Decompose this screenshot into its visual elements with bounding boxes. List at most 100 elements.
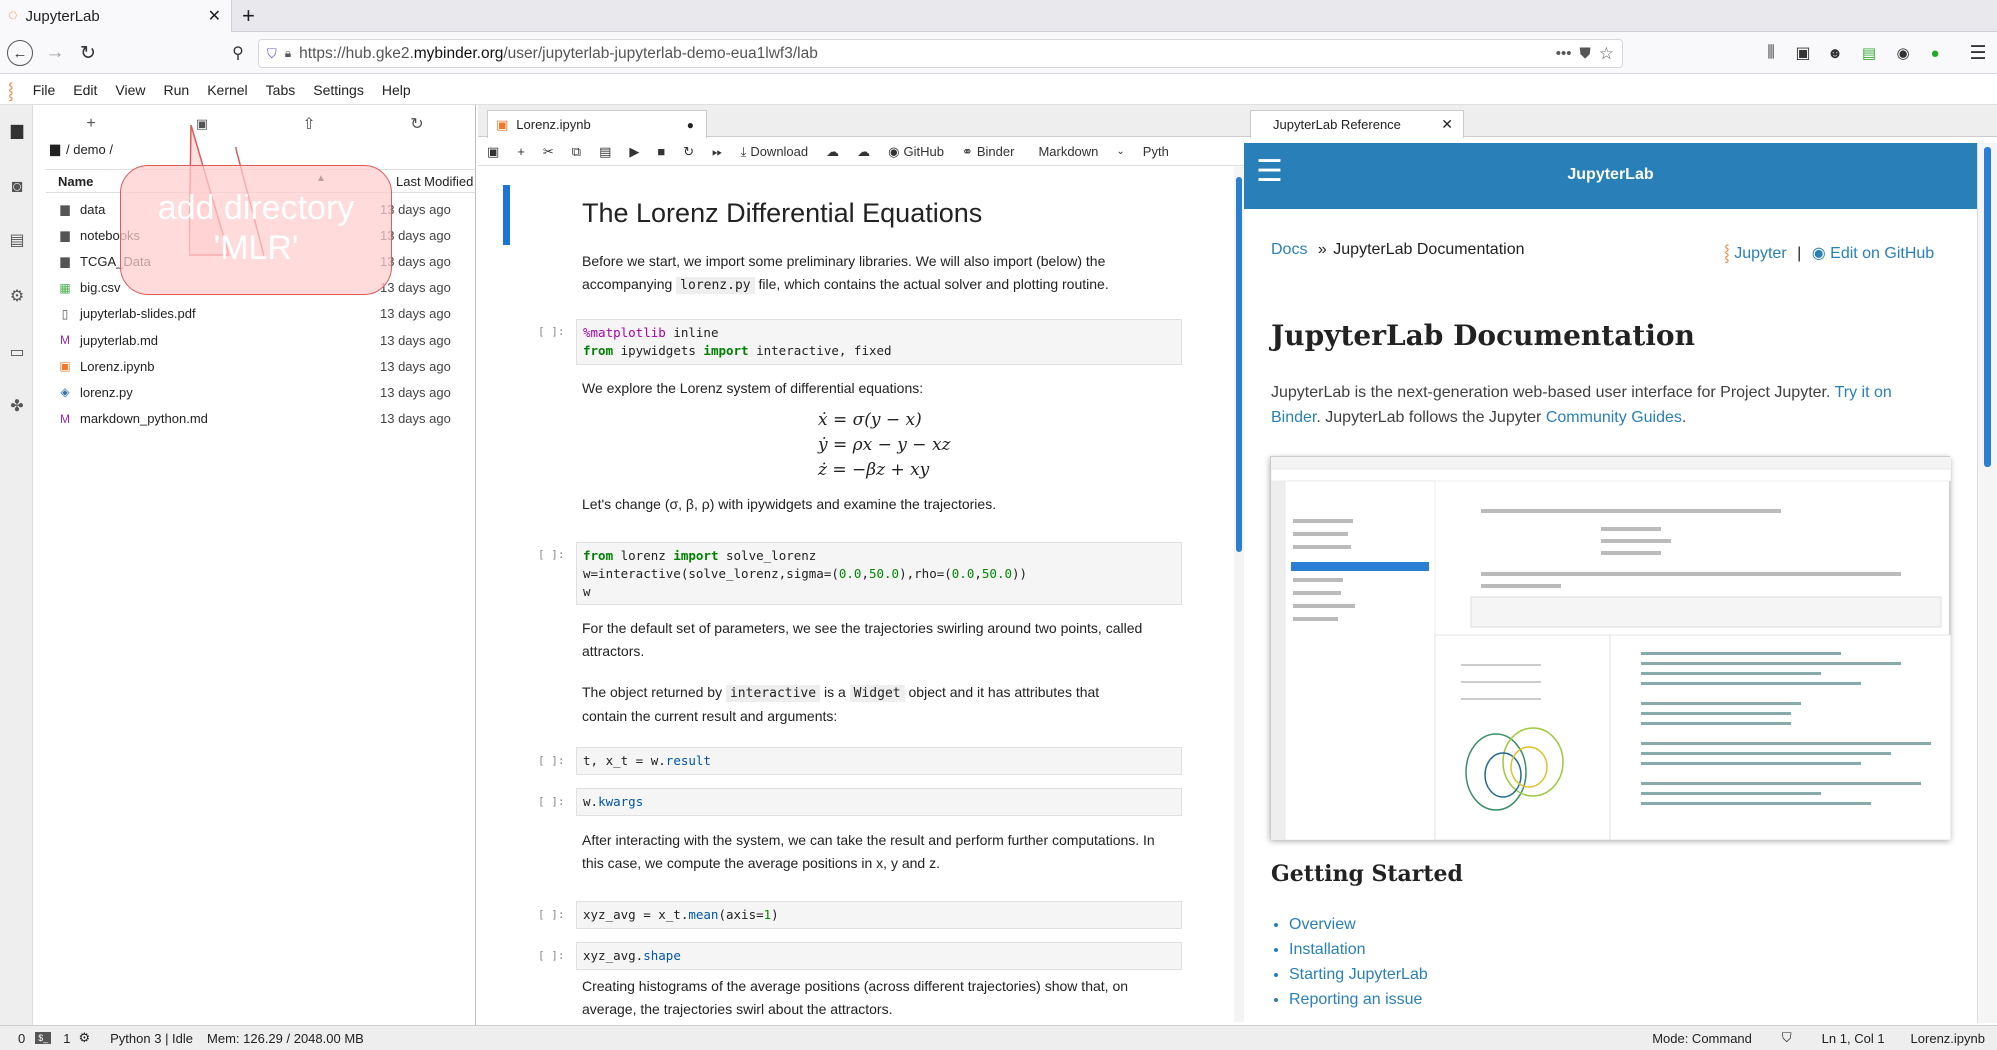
extension-manager-icon[interactable]: ✤: [6, 395, 28, 417]
kernel-status[interactable]: Python 3 | Idle: [110, 1031, 193, 1046]
code-cell-2[interactable]: from lorenz import solve_lorenz w=intera…: [576, 542, 1182, 605]
starting-jupyterlab-link[interactable]: Starting JupyterLab: [1289, 962, 1428, 987]
docs-link[interactable]: Docs: [1271, 241, 1307, 258]
lock-icon: 🔒︎: [284, 46, 292, 60]
folder-icon[interactable]: ▆: [6, 119, 28, 141]
fast-forward-icon[interactable]: ⏩︎: [703, 144, 731, 160]
column-name[interactable]: Name: [58, 174, 93, 189]
cell-type-select[interactable]: Markdown ⌄: [1029, 144, 1133, 159]
reload-icon[interactable]: ↻: [75, 40, 101, 66]
breadcrumb-path[interactable]: / demo /: [66, 142, 113, 157]
new-launcher-icon[interactable]: +: [76, 113, 106, 135]
community-guides-link[interactable]: Community Guides: [1546, 409, 1682, 426]
menu-tabs[interactable]: Tabs: [257, 82, 305, 98]
sidebar-icon[interactable]: ▣: [1790, 40, 1816, 66]
tab-lorenz-notebook[interactable]: ▣ Lorenz.ipynb ●: [487, 110, 707, 138]
site-info-icon[interactable]: ⚲: [225, 40, 251, 66]
file-row[interactable]: ▯ jupyterlab-slides.pdf 13 days ago: [46, 301, 476, 327]
cloud-upload-icon[interactable]: ☁: [848, 144, 879, 160]
menu-help[interactable]: Help: [373, 82, 420, 98]
save-icon[interactable]: ▣: [478, 144, 508, 160]
extension3-icon[interactable]: ●: [1922, 40, 1948, 66]
tab-jupyterlab-reference[interactable]: JupyterLab Reference ✕: [1250, 110, 1464, 138]
file-name: lorenz.py: [80, 384, 133, 400]
docs-scroll-thumb[interactable]: [1984, 147, 1991, 467]
menu-run[interactable]: Run: [155, 82, 199, 98]
back-icon[interactable]: ←: [7, 40, 33, 66]
stop-icon[interactable]: ■: [648, 144, 674, 159]
menu-kernel[interactable]: Kernel: [198, 82, 256, 98]
refresh-icon[interactable]: ↻: [402, 113, 432, 135]
cut-icon[interactable]: ✂: [534, 144, 563, 160]
markdown-p5: The object returned by interactive is a …: [582, 684, 1100, 724]
callout-line1: add directory: [157, 189, 355, 227]
code-cell-6[interactable]: xyz_avg.shape: [576, 942, 1182, 970]
code-cell-4[interactable]: w.kwargs: [576, 788, 1182, 816]
browser-tab[interactable]: ◌ JupyterLab ✕: [0, 0, 232, 32]
column-modified[interactable]: Last Modified: [396, 174, 473, 189]
jupyter-link[interactable]: Jupyter: [1734, 245, 1786, 262]
code-cell-1[interactable]: %matplotlib inline from ipywidgets impor…: [576, 319, 1182, 365]
account-icon[interactable]: ◉: [1890, 40, 1916, 66]
file-modified: 13 days ago: [380, 306, 451, 322]
menu-icon[interactable]: ☰: [1965, 40, 1991, 66]
menu-file[interactable]: File: [24, 82, 65, 98]
commands-icon[interactable]: ▤: [6, 229, 28, 251]
forward-icon[interactable]: →: [42, 40, 68, 66]
copy-icon[interactable]: ⧉: [563, 144, 590, 160]
overview-link[interactable]: Overview: [1289, 912, 1428, 937]
status-terminals-count[interactable]: 0: [18, 1031, 25, 1046]
kernel-status-icon: ⚙: [78, 1030, 91, 1045]
extension-icon[interactable]: ☻: [1822, 40, 1848, 66]
restart-icon[interactable]: ↻: [674, 144, 703, 160]
reporting-issue-link[interactable]: Reporting an issue: [1289, 987, 1428, 1012]
jupyter-small-icon: ⸾: [1724, 245, 1730, 262]
folder-icon[interactable]: ▆: [50, 141, 60, 157]
menu-edit[interactable]: Edit: [64, 82, 106, 98]
kernel-name[interactable]: Pyth: [1134, 144, 1178, 159]
paste-icon[interactable]: ▤: [590, 144, 620, 160]
property-inspector-icon[interactable]: ⚙: [6, 285, 28, 307]
cloud-download-icon[interactable]: ☁: [817, 144, 848, 160]
upload-icon[interactable]: ⇧: [294, 113, 324, 135]
github-button[interactable]: ◉ GitHub: [879, 144, 953, 160]
library-icon[interactable]: ⫼: [1758, 40, 1784, 66]
installation-link[interactable]: Installation: [1289, 937, 1428, 962]
code-cell-3[interactable]: t, x_t = w.result: [576, 747, 1182, 775]
close-icon[interactable]: ✕: [1441, 116, 1453, 133]
tabs-icon[interactable]: ▭: [6, 341, 28, 363]
status-kernels-count[interactable]: 1: [63, 1031, 70, 1046]
edit-on-github-link[interactable]: Edit on GitHub: [1830, 245, 1934, 262]
docs-header-title[interactable]: JupyterLab: [1244, 166, 1977, 184]
close-tab-icon[interactable]: ✕: [208, 6, 221, 26]
binder-button[interactable]: ⚭ Binder: [953, 144, 1023, 160]
extension2-icon[interactable]: ▤: [1856, 40, 1882, 66]
file-row[interactable]: ▣ Lorenz.ipynb 13 days ago: [46, 353, 476, 379]
code-cell-5[interactable]: xyz_avg = x_t.mean(axis=1): [576, 901, 1182, 929]
more-icon[interactable]: •••: [1556, 45, 1572, 62]
docs-scrollbar[interactable]: [1977, 143, 1997, 1023]
menu-settings[interactable]: Settings: [304, 82, 373, 98]
notebook-scrollbar[interactable]: [1234, 167, 1244, 1022]
unsaved-dot-icon[interactable]: ●: [687, 118, 694, 132]
running-icon[interactable]: ◙: [6, 175, 28, 197]
cursor-position[interactable]: Ln 1, Col 1: [1822, 1031, 1885, 1046]
new-tab-icon[interactable]: +: [242, 3, 255, 29]
pocket-icon[interactable]: ⛊: [1579, 45, 1590, 62]
file-row[interactable]: ◈ lorenz.py 13 days ago: [46, 379, 476, 405]
notebook-scroll-thumb[interactable]: [1236, 177, 1242, 552]
download-button[interactable]: ⤓ Download: [732, 144, 818, 160]
markdown-p7: Creating histograms of the average posit…: [582, 978, 1129, 1017]
url-bar[interactable]: ⛉ 🔒︎ https://hub.gke2.mybinder.org/user/…: [258, 39, 1623, 68]
bookmark-star-icon[interactable]: ☆: [1599, 44, 1614, 64]
docs-header: ☰ JupyterLab: [1244, 143, 1977, 209]
memory-usage: Mem: 126.29 / 2048.00 MB: [207, 1030, 364, 1046]
run-icon[interactable]: ▶: [620, 144, 648, 160]
file-row[interactable]: Mjupyterlab.md 13 days ago: [46, 327, 476, 353]
insert-cell-icon[interactable]: +: [508, 144, 534, 159]
binder-icon: ⚭: [961, 143, 973, 159]
file-row[interactable]: Mmarkdown_python.md 13 days ago: [46, 406, 476, 432]
menu-view[interactable]: View: [106, 82, 154, 98]
callout-line2: 'MLR': [213, 229, 299, 267]
markdown-p4: For the default set of parameters, we se…: [582, 620, 1143, 659]
